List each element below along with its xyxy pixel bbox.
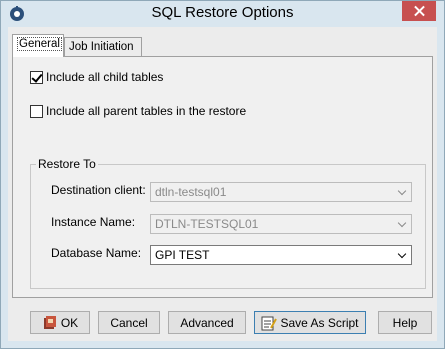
close-button[interactable] bbox=[402, 1, 436, 21]
ok-label: OK bbox=[60, 315, 79, 330]
script-save-icon bbox=[261, 315, 278, 331]
ok-icon bbox=[42, 315, 58, 331]
general-panel: Include all child tables Include all par… bbox=[12, 56, 433, 298]
help-label: Help bbox=[392, 315, 418, 330]
advanced-label: Advanced bbox=[180, 315, 234, 330]
include-child-tables-option[interactable]: Include all child tables bbox=[30, 70, 163, 84]
dialog-window: SQL Restore Options General Job Initiati… bbox=[0, 0, 445, 349]
save-as-script-label: Save As Script bbox=[280, 315, 359, 330]
chevron-down-icon bbox=[397, 249, 407, 259]
save-as-script-button[interactable]: Save As Script bbox=[254, 311, 366, 334]
ok-button[interactable]: OK bbox=[30, 311, 90, 334]
help-button[interactable]: Help bbox=[378, 311, 432, 334]
destination-client-select[interactable]: dtln-testsql01 bbox=[150, 182, 412, 202]
database-name-select[interactable]: GPI TEST bbox=[150, 245, 412, 265]
tab-label: Job Initiation bbox=[69, 41, 134, 53]
include-parent-tables-label: Include all parent tables in the restore bbox=[46, 104, 247, 118]
include-child-tables-checkbox[interactable] bbox=[30, 70, 43, 84]
tab-label: General bbox=[17, 37, 62, 51]
destination-client-label: Destination client: bbox=[51, 183, 146, 197]
restore-to-group: Restore To Destination client: dtln-test… bbox=[30, 157, 426, 289]
include-parent-tables-checkbox[interactable] bbox=[30, 104, 43, 118]
title-bar[interactable]: SQL Restore Options bbox=[1, 1, 444, 27]
database-name-value: GPI TEST bbox=[155, 248, 210, 262]
chevron-down-icon bbox=[397, 186, 407, 196]
advanced-button[interactable]: Advanced bbox=[168, 311, 246, 334]
database-name-label: Database Name: bbox=[51, 246, 142, 260]
window-title: SQL Restore Options bbox=[151, 4, 294, 21]
include-parent-tables-option[interactable]: Include all parent tables in the restore bbox=[30, 104, 246, 118]
destination-client-value: dtln-testsql01 bbox=[155, 185, 227, 199]
chevron-down-icon bbox=[397, 218, 407, 228]
instance-name-value: DTLN-TESTSQL01 bbox=[155, 217, 259, 231]
cancel-button[interactable]: Cancel bbox=[98, 311, 160, 334]
include-child-tables-label: Include all child tables bbox=[46, 70, 164, 84]
restore-to-legend: Restore To bbox=[36, 157, 98, 171]
dialog-client: General Job Initiation Include all child… bbox=[8, 27, 437, 341]
instance-name-select[interactable]: DTLN-TESTSQL01 bbox=[150, 214, 412, 234]
cancel-label: Cancel bbox=[110, 315, 148, 330]
instance-name-label: Instance Name: bbox=[51, 215, 136, 229]
tab-general[interactable]: General bbox=[12, 34, 64, 57]
